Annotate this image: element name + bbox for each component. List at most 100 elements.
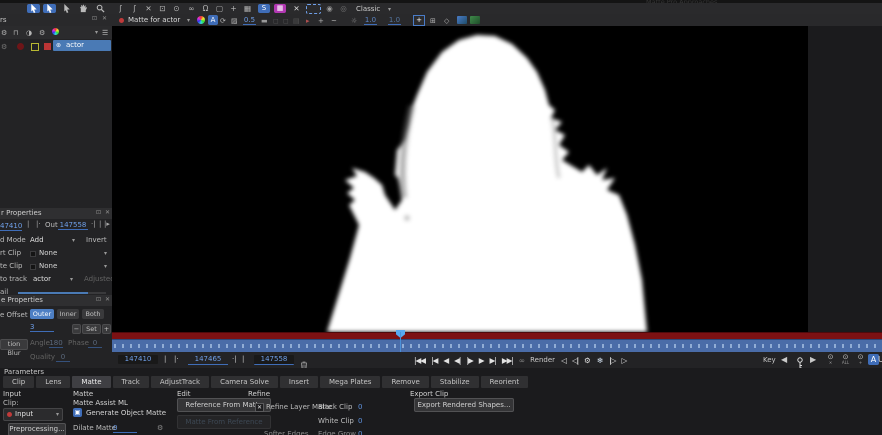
- render-forwards-button[interactable]: ▷: [621, 356, 626, 365]
- trace-forward-icon[interactable]: ◉: [323, 4, 336, 13]
- marquee-select-tool[interactable]: [43, 4, 56, 13]
- gear-icon[interactable]: ⚙: [1, 28, 7, 38]
- select-tool[interactable]: [27, 4, 40, 13]
- clipped-button[interactable]: U: [878, 355, 882, 364]
- refresh-view-icon[interactable]: ⟳: [220, 16, 226, 26]
- gamma-value[interactable]: 1.0: [388, 16, 401, 25]
- grid-overlay-icon[interactable]: ▤: [293, 16, 300, 26]
- delete-keyframe-button[interactable]: ⊙✕: [824, 353, 837, 365]
- add-keyframe-button[interactable]: ⊙+: [854, 353, 867, 365]
- chevron-down-icon[interactable]: ▾: [388, 6, 391, 13]
- chevron-down-icon[interactable]: ▾: [72, 237, 75, 244]
- gear-icon[interactable]: ⚙: [157, 423, 163, 433]
- close-panel-icon[interactable]: ✕: [102, 15, 107, 22]
- menu-icon[interactable]: ☰: [102, 28, 108, 38]
- tab-camera-solve[interactable]: Camera Solve: [211, 376, 278, 388]
- edge-offset-value-field[interactable]: 3: [30, 323, 54, 332]
- refine-layer-matte-checkbox[interactable]: ✕: [255, 403, 264, 412]
- lattice-tool[interactable]: ▦: [274, 4, 286, 13]
- chevron-down-icon[interactable]: ▾: [104, 250, 107, 257]
- render-forward-one-button[interactable]: |▷: [609, 356, 615, 365]
- link-tool[interactable]: ∞: [185, 4, 198, 13]
- add-plane-tool[interactable]: ✕: [142, 4, 155, 13]
- phase-value-field[interactable]: 0: [88, 339, 102, 348]
- out-point-field[interactable]: 147558: [254, 355, 294, 365]
- dock-panel-icon[interactable]: ⊡: [96, 209, 101, 216]
- render-settings-icon[interactable]: ⚙: [584, 356, 591, 365]
- workspace-selector[interactable]: Classic: [356, 5, 380, 13]
- dock-panel-icon[interactable]: ⊡: [92, 15, 97, 22]
- selected-layer[interactable]: ⊛ actor: [53, 40, 111, 51]
- tab-adjusttrack[interactable]: AdjustTrack: [151, 376, 209, 388]
- link-to-track-select[interactable]: actor: [33, 275, 51, 283]
- chevron-down-icon[interactable]: ▾: [70, 276, 73, 283]
- offset-set-button[interactable]: Set: [82, 324, 101, 334]
- angle-value-field[interactable]: 180: [49, 339, 63, 348]
- in-point-field[interactable]: 147410: [118, 355, 158, 364]
- step-forward-button[interactable]: |▶: [466, 356, 472, 365]
- next-edit-button[interactable]: ▶|: [490, 356, 496, 365]
- next-keyframe-button[interactable]: ▶: [810, 355, 816, 364]
- chevron-down-icon[interactable]: ▾: [187, 17, 190, 24]
- layer-outline-icon[interactable]: ◻: [273, 16, 279, 26]
- offset-tab-outer[interactable]: Outer: [30, 309, 54, 319]
- generate-matte-icon[interactable]: ▣: [73, 408, 82, 417]
- quality-value-field[interactable]: 0: [56, 353, 70, 362]
- view-3d-icon[interactable]: ◇: [444, 16, 449, 26]
- grid-tool[interactable]: ▦: [241, 4, 254, 13]
- current-frame-field[interactable]: 147465: [188, 355, 228, 365]
- stabilize-view-icon[interactable]: ▸: [306, 16, 310, 26]
- xspline-tool[interactable]: ʃ: [114, 4, 127, 13]
- spline-overlay-icon[interactable]: ◻: [283, 16, 289, 26]
- trace-backward-icon[interactable]: ◎: [337, 4, 350, 13]
- close-panel-icon[interactable]: ✕: [105, 296, 110, 303]
- offset-tab-inner[interactable]: Inner: [57, 309, 79, 319]
- input-clip-select[interactable]: Input ▾: [3, 408, 63, 421]
- in-frame-field[interactable]: 47410: [0, 222, 22, 231]
- zoom-tool[interactable]: [94, 4, 107, 13]
- pan-tool[interactable]: [77, 4, 90, 13]
- tab-track[interactable]: Track: [113, 376, 149, 388]
- layer-matte-icon[interactable]: [17, 43, 24, 50]
- prev-edit-button[interactable]: |◀: [431, 356, 437, 365]
- timeline-track[interactable]: [112, 339, 882, 353]
- rect-shape-tool[interactable]: ⊡: [156, 4, 169, 13]
- clip-thumbnail-icon[interactable]: [457, 16, 467, 24]
- output-thumbnail-icon[interactable]: [470, 16, 480, 24]
- colorize-matte-icon[interactable]: [197, 16, 205, 24]
- freeze-frame-icon[interactable]: ❄: [597, 356, 603, 365]
- prev-keyframe-button[interactable]: ◀: [781, 355, 787, 364]
- brightness-icon[interactable]: ☼: [351, 16, 357, 26]
- render-backwards-button[interactable]: ◁: [561, 356, 566, 365]
- render-back-one-button[interactable]: ◁|: [572, 356, 578, 365]
- lock-icon[interactable]: ⊓: [13, 28, 18, 38]
- layer-color-swatch[interactable]: [44, 43, 51, 50]
- matte-view-icon[interactable]: ▨: [231, 16, 238, 26]
- insert-clip-select[interactable]: None: [39, 249, 57, 257]
- bezier-spline-tool[interactable]: ʃ: [128, 4, 141, 13]
- black-clip-field[interactable]: 0: [358, 403, 362, 411]
- pick-tool[interactable]: [60, 4, 73, 13]
- curve-adjust-icon[interactable]: ~: [331, 16, 337, 26]
- generate-object-matte-button[interactable]: Generate Object Matte: [86, 409, 166, 417]
- tab-lens[interactable]: Lens: [36, 376, 70, 388]
- wireframe-tool[interactable]: ✕: [290, 4, 303, 13]
- ellipse-shape-tool[interactable]: ⊙: [170, 4, 183, 13]
- out-frame-field[interactable]: 147558: [58, 221, 88, 230]
- loop-icon[interactable]: ∞: [519, 356, 524, 365]
- surface-tool[interactable]: S: [258, 4, 270, 13]
- motion-blur-button[interactable]: tion Blur: [0, 339, 28, 350]
- tab-mega-plates[interactable]: Mega Plates: [320, 376, 380, 388]
- play-button[interactable]: ▶: [479, 356, 484, 365]
- offset-tab-both[interactable]: Both: [82, 309, 104, 319]
- tab-clip[interactable]: Clip: [3, 376, 34, 388]
- pan-adjust-icon[interactable]: +: [318, 16, 324, 26]
- chevron-down-icon[interactable]: ▾: [95, 29, 98, 36]
- move-tool[interactable]: +: [227, 4, 240, 13]
- tab-stabilize[interactable]: Stabilize: [431, 376, 479, 388]
- overlay-opacity-value[interactable]: 0.5: [243, 16, 256, 25]
- viewer-canvas[interactable]: [112, 26, 808, 332]
- blend-mode-select[interactable]: Add: [30, 236, 44, 244]
- detail-slider[interactable]: [18, 292, 106, 294]
- view-alpha-button[interactable]: A: [208, 15, 218, 25]
